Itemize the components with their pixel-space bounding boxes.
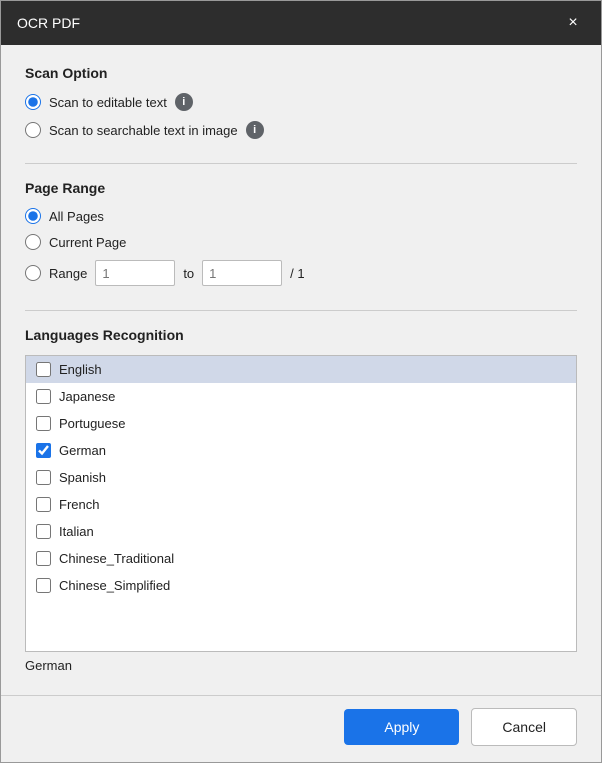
lang-label: German: [59, 443, 106, 458]
scan-editable-radio[interactable]: [25, 94, 41, 110]
languages-title: Languages Recognition: [25, 327, 577, 343]
page-range-title: Page Range: [25, 180, 577, 196]
scan-option-section: Scan Option Scan to editable text i Scan…: [25, 65, 577, 139]
lang-checkbox[interactable]: [36, 416, 51, 431]
lang-checkbox[interactable]: [36, 470, 51, 485]
dialog: OCR PDF × Scan Option Scan to editable t…: [0, 0, 602, 763]
range-total: / 1: [290, 266, 304, 281]
scan-editable-info-icon: i: [175, 93, 193, 111]
scan-option-title: Scan Option: [25, 65, 577, 81]
range-to-label: to: [183, 266, 194, 281]
apply-button[interactable]: Apply: [344, 709, 459, 745]
current-page-option[interactable]: Current Page: [25, 234, 577, 250]
lang-checkbox[interactable]: [36, 389, 51, 404]
lang-checkbox[interactable]: [36, 362, 51, 377]
title-bar: OCR PDF ×: [1, 1, 601, 45]
all-pages-label: All Pages: [49, 209, 104, 224]
selected-languages-display: German: [25, 652, 577, 675]
all-pages-radio[interactable]: [25, 208, 41, 224]
range-option: Range to / 1: [25, 260, 577, 286]
scan-searchable-radio[interactable]: [25, 122, 41, 138]
languages-section: Languages Recognition English Japanese Por…: [25, 327, 577, 675]
lang-checkbox[interactable]: [36, 578, 51, 593]
lang-checkbox[interactable]: [36, 551, 51, 566]
page-range-section: Page Range All Pages Current Page Range …: [25, 180, 577, 286]
lang-item[interactable]: Chinese_Simplified: [26, 572, 576, 599]
lang-checkbox[interactable]: [36, 524, 51, 539]
footer: Apply Cancel: [1, 695, 601, 762]
scan-editable-label: Scan to editable text: [49, 95, 167, 110]
current-page-label: Current Page: [49, 235, 126, 250]
scan-searchable-info-icon: i: [246, 121, 264, 139]
divider-2: [25, 310, 577, 311]
scan-searchable-option[interactable]: Scan to searchable text in image i: [25, 121, 577, 139]
range-to-input[interactable]: [202, 260, 282, 286]
all-pages-option[interactable]: All Pages: [25, 208, 577, 224]
lang-label: Portuguese: [59, 416, 126, 431]
cancel-button[interactable]: Cancel: [471, 708, 577, 746]
lang-label: French: [59, 497, 99, 512]
range-radio[interactable]: [25, 265, 41, 281]
content-area: Scan Option Scan to editable text i Scan…: [1, 45, 601, 695]
lang-label: Spanish: [59, 470, 106, 485]
scan-option-group: Scan to editable text i Scan to searchab…: [25, 93, 577, 139]
range-from-input[interactable]: [95, 260, 175, 286]
lang-item[interactable]: French: [26, 491, 576, 518]
lang-item[interactable]: Spanish: [26, 464, 576, 491]
scan-searchable-label: Scan to searchable text in image: [49, 123, 238, 138]
lang-item[interactable]: Italian: [26, 518, 576, 545]
lang-label: Chinese_Traditional: [59, 551, 174, 566]
lang-item[interactable]: Chinese_Traditional: [26, 545, 576, 572]
page-range-group: All Pages Current Page Range to / 1: [25, 208, 577, 286]
current-page-radio[interactable]: [25, 234, 41, 250]
lang-checkbox[interactable]: [36, 443, 51, 458]
lang-item[interactable]: Portuguese: [26, 410, 576, 437]
scan-editable-option[interactable]: Scan to editable text i: [25, 93, 577, 111]
close-button[interactable]: ×: [561, 11, 585, 35]
divider-1: [25, 163, 577, 164]
lang-label: Japanese: [59, 389, 115, 404]
lang-label: Chinese_Simplified: [59, 578, 170, 593]
lang-item[interactable]: English: [26, 356, 576, 383]
lang-checkbox[interactable]: [36, 497, 51, 512]
lang-item[interactable]: Japanese: [26, 383, 576, 410]
dialog-title: OCR PDF: [17, 15, 80, 31]
lang-label: English: [59, 362, 102, 377]
lang-label: Italian: [59, 524, 94, 539]
languages-list[interactable]: English Japanese Portuguese German Spanish Fr…: [25, 355, 577, 652]
range-label: Range: [49, 266, 87, 281]
lang-item[interactable]: German: [26, 437, 576, 464]
